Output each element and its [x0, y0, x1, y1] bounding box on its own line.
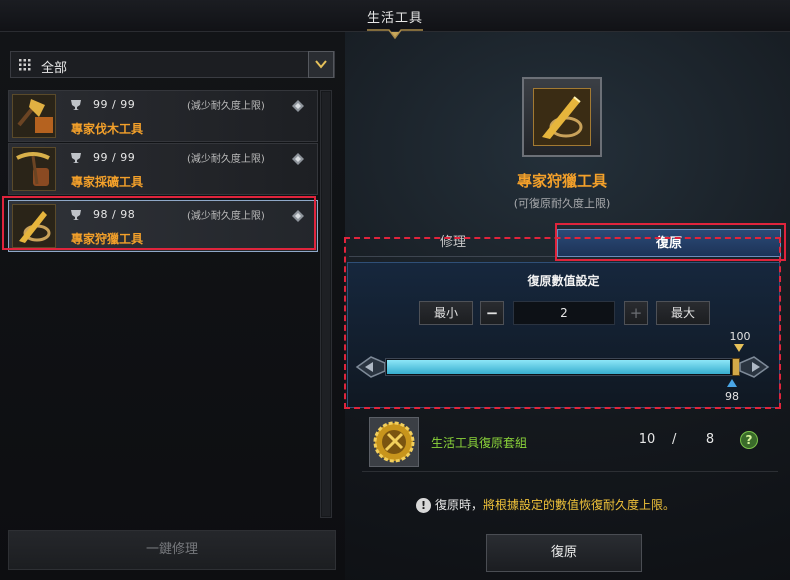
title-ornament-icon [367, 29, 423, 40]
max-button[interactable]: 最大 [656, 301, 710, 325]
settings-title: 復原數值設定 [527, 274, 600, 288]
scrollbar-thumb[interactable] [322, 92, 330, 516]
restore-button[interactable]: 復原 [486, 534, 642, 572]
selected-tool-subtitle: (可復原耐久度上限) [513, 197, 611, 210]
material-name: 生活工具復原套組 [431, 436, 528, 450]
pickaxe-icon [12, 147, 56, 191]
life-tools-window: 生活工具 全部 99 / 99 (減少耐久度上限) 專家伐木工具 99 / 99… [0, 0, 790, 580]
restore-notice: ! 復原時，將根據設定的數值恢復耐久度上限。 [416, 496, 746, 513]
current-marker-icon [727, 379, 737, 387]
grid-icon [19, 59, 31, 71]
min-button[interactable]: 最小 [419, 301, 473, 325]
category-dropdown[interactable]: 全部 [10, 51, 335, 78]
window-title: 生活工具 [366, 11, 423, 26]
selected-tool-name: 專家狩獵工具 [516, 172, 607, 190]
dropdown-arrow-button[interactable] [308, 51, 334, 78]
hunting-tool-icon [533, 88, 591, 146]
tool-item-logging[interactable]: 99 / 99 (減少耐久度上限) 專家伐木工具 [8, 90, 318, 142]
dropdown-value: 全部 [41, 61, 68, 76]
tool-note: (減少耐久度上限) [187, 154, 265, 165]
tool-durability: 99 / 99 [93, 151, 136, 164]
restore-kit-icon [369, 417, 419, 467]
durability-trophy-icon [71, 100, 81, 110]
tool-effect-icon [292, 100, 304, 112]
axe-icon [12, 94, 56, 138]
tool-note: (減少耐久度上限) [187, 101, 265, 112]
notice-detail: 將根據設定的數值恢復耐久度上限。 [483, 498, 676, 512]
decrement-button[interactable]: − [480, 301, 504, 325]
restore-value-input[interactable]: 2 [513, 301, 615, 325]
tool-name: 專家採礦工具 [71, 175, 144, 189]
slider-left-cap-icon [355, 356, 386, 378]
slider-fill [387, 360, 730, 374]
tool-list-scrollbar[interactable] [320, 90, 332, 518]
material-required: 8 [705, 432, 715, 447]
chevron-down-icon [315, 60, 327, 69]
selected-item-highlight [2, 196, 316, 250]
tool-durability: 99 / 99 [93, 98, 136, 111]
tool-effect-icon [292, 153, 304, 165]
max-marker-icon [734, 344, 744, 352]
durability-trophy-icon [71, 153, 81, 163]
notice-lead: 復原時， [435, 498, 484, 512]
slider-right-cap-icon [739, 356, 770, 378]
selected-tool-frame [522, 77, 602, 157]
tool-name: 專家伐木工具 [71, 122, 144, 136]
material-separator: / [672, 432, 677, 447]
info-icon: ! [416, 498, 431, 513]
tool-list: 99 / 99 (減少耐久度上限) 專家伐木工具 99 / 99 (減少耐久度上… [8, 90, 318, 518]
increment-button[interactable]: + [624, 301, 648, 325]
restore-slider[interactable] [385, 358, 739, 376]
slider-current-label: 98 [725, 390, 739, 403]
tool-item-mining[interactable]: 99 / 99 (減少耐久度上限) 專家採礦工具 [8, 143, 318, 195]
slider-max-label: 100 [729, 330, 751, 343]
material-owned: 10 [638, 432, 656, 447]
repair-all-button[interactable]: 一鍵修理 [8, 530, 336, 570]
help-icon[interactable]: ? [740, 431, 758, 449]
